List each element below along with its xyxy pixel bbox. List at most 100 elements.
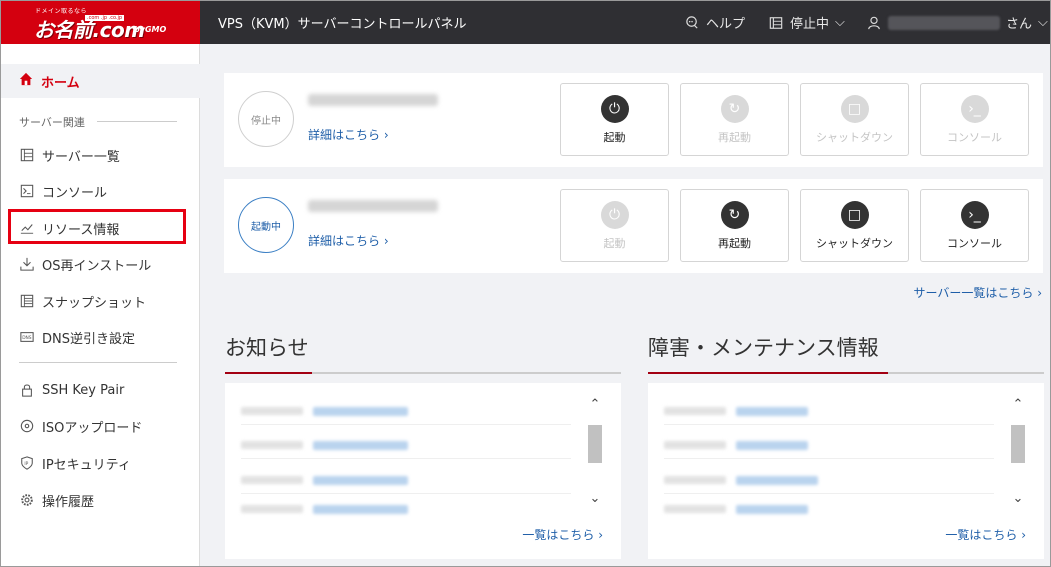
maintenance-panel: ⌃ ⌄ 一覧はこちら › xyxy=(648,383,1044,559)
chevron-down-icon[interactable]: ⌄ xyxy=(1010,491,1026,507)
list-item[interactable] xyxy=(664,441,994,459)
sidebar-item-label: ISOアップロード xyxy=(42,420,143,436)
console-button[interactable]: ›_ コンソール xyxy=(920,83,1029,156)
chevron-up-icon[interactable]: ⌃ xyxy=(587,397,603,413)
sidebar-item-label: サーバー一覧 xyxy=(42,149,120,165)
power-icon: ⏻ xyxy=(600,200,629,229)
restart-button[interactable]: ↻ 再起動 xyxy=(680,189,789,262)
sidebar: ホーム サーバー関連 サーバー一覧 コンソール リソース情報 OS再インストール… xyxy=(1,44,200,566)
chevron-down-icon: ⌵ xyxy=(1038,15,1048,30)
news-panel: ⌃ ⌄ 一覧はこちら › xyxy=(225,383,621,559)
scroll-thumb[interactable] xyxy=(1011,425,1025,463)
button-label: シャットダウン xyxy=(816,130,893,144)
button-label: 再起動 xyxy=(718,130,751,144)
start-button[interactable]: ⏻ 起動 xyxy=(560,189,669,262)
start-button[interactable]: ⏻ 起動 xyxy=(560,83,669,156)
sidebar-item-server-list[interactable]: サーバー一覧 xyxy=(19,145,120,165)
list-item[interactable] xyxy=(241,505,408,515)
list-item[interactable] xyxy=(664,476,994,494)
chevron-up-icon[interactable]: ⌃ xyxy=(1010,397,1026,413)
news-title: お知らせ xyxy=(225,336,309,360)
server-status-menu[interactable]: 停止中 ⌵ xyxy=(768,13,845,32)
news-scrollbar[interactable]: ⌃ ⌄ xyxy=(587,397,603,507)
maintenance-divider xyxy=(648,372,1044,374)
sidebar-item-ssh-key[interactable]: SSH Key Pair xyxy=(19,380,124,400)
sidebar-item-dns[interactable]: DNS DNS逆引き設定 xyxy=(19,327,135,347)
help-label: ヘルプ xyxy=(706,17,746,32)
lock-icon xyxy=(19,383,34,398)
status-badge: 起動中 xyxy=(238,197,294,253)
sidebar-item-label: コンソール xyxy=(42,185,108,201)
button-label: 起動 xyxy=(603,236,626,250)
restart-button[interactable]: ↻ 再起動 xyxy=(680,83,789,156)
news-more-link[interactable]: 一覧はこちら › xyxy=(522,526,603,543)
top-bar: VPS（KVM）サーバーコントロールパネル ヘルプ 停止中 ⌵ さん ⌵ xyxy=(200,1,1050,44)
disc-icon xyxy=(19,419,34,434)
sidebar-group-label: サーバー関連 xyxy=(19,116,85,129)
shield-icon: IP xyxy=(19,456,34,471)
divider xyxy=(97,121,177,122)
user-menu[interactable]: さん ⌵ xyxy=(866,13,1048,32)
console-icon: ›_ xyxy=(960,94,989,123)
sidebar-home-label: ホーム xyxy=(41,75,80,91)
news-divider xyxy=(225,372,621,374)
snapshot-icon xyxy=(19,294,34,309)
svg-text:DNS: DNS xyxy=(22,335,32,341)
server-detail-link[interactable]: 詳細はこちら › xyxy=(308,126,389,143)
list-item[interactable] xyxy=(241,441,571,459)
scroll-thumb[interactable] xyxy=(588,425,602,463)
server-detail-link[interactable]: 詳細はこちら › xyxy=(308,232,389,249)
dns-icon: DNS xyxy=(19,330,34,345)
sidebar-item-home[interactable]: ホーム xyxy=(1,64,200,98)
highlight-box xyxy=(8,209,186,244)
button-label: シャットダウン xyxy=(816,236,893,250)
server-card: 停止中 詳細はこちら › ⏻ 起動 ↻ 再起動 □ シャットダウン ›_ コンソ… xyxy=(224,73,1043,167)
divider xyxy=(19,362,177,363)
console-icon: ›_ xyxy=(960,200,989,229)
shutdown-button[interactable]: □ シャットダウン xyxy=(800,189,909,262)
button-label: コンソール xyxy=(947,236,1002,250)
sidebar-item-iso-upload[interactable]: ISOアップロード xyxy=(19,416,142,436)
sidebar-item-label: DNS逆引き設定 xyxy=(42,331,135,347)
button-label: 再起動 xyxy=(718,236,751,250)
help-menu[interactable]: ヘルプ xyxy=(684,13,745,32)
sidebar-item-ip-security[interactable]: IP IPセキュリティ xyxy=(19,453,131,473)
restart-icon: ↻ xyxy=(720,200,749,229)
list-item[interactable] xyxy=(664,505,808,515)
brand-logo[interactable]: ドメイン取るなら お名前.com .com .jp .co.jp byGMO xyxy=(1,1,200,44)
list-item[interactable] xyxy=(241,407,571,425)
sidebar-item-label: SSH Key Pair xyxy=(42,382,125,398)
maintenance-scrollbar[interactable]: ⌃ ⌄ xyxy=(1010,397,1026,507)
sidebar-item-label: OS再インストール xyxy=(42,258,152,274)
console-button[interactable]: ›_ コンソール xyxy=(920,189,1029,262)
button-label: コンソール xyxy=(947,130,1002,144)
status-badge: 停止中 xyxy=(238,91,294,147)
console-icon xyxy=(19,184,34,199)
sidebar-item-console[interactable]: コンソール xyxy=(19,181,107,201)
server-list-icon xyxy=(19,148,34,163)
sidebar-item-os-reinstall[interactable]: OS再インストール xyxy=(19,254,151,274)
status-label: 停止中 xyxy=(790,17,830,32)
maintenance-title: 障害・メンテナンス情報 xyxy=(648,336,879,360)
sidebar-item-history[interactable]: 操作履歴 xyxy=(19,490,94,510)
page-title: VPS（KVM）サーバーコントロールパネル xyxy=(218,17,467,32)
button-label: 起動 xyxy=(603,130,626,144)
all-servers-link[interactable]: サーバー一覧はこちら › xyxy=(914,284,1043,301)
list-item[interactable] xyxy=(664,407,994,425)
user-icon xyxy=(866,15,882,31)
server-name-redacted xyxy=(308,94,438,106)
server-list-icon xyxy=(768,15,784,31)
maintenance-more-link[interactable]: 一覧はこちら › xyxy=(945,526,1026,543)
shutdown-button[interactable]: □ シャットダウン xyxy=(800,83,909,156)
stop-icon: □ xyxy=(840,94,869,123)
logo-company: byGMO xyxy=(134,25,167,34)
stop-icon: □ xyxy=(840,200,869,229)
sidebar-item-snapshot[interactable]: スナップショット xyxy=(19,291,146,311)
chevron-down-icon[interactable]: ⌄ xyxy=(587,491,603,507)
username-redacted xyxy=(888,15,1000,30)
chevron-down-icon: ⌵ xyxy=(835,15,845,30)
sidebar-item-label: スナップショット xyxy=(42,295,147,311)
server-name-redacted xyxy=(308,200,438,212)
restart-icon: ↻ xyxy=(720,94,749,123)
list-item[interactable] xyxy=(241,476,571,494)
